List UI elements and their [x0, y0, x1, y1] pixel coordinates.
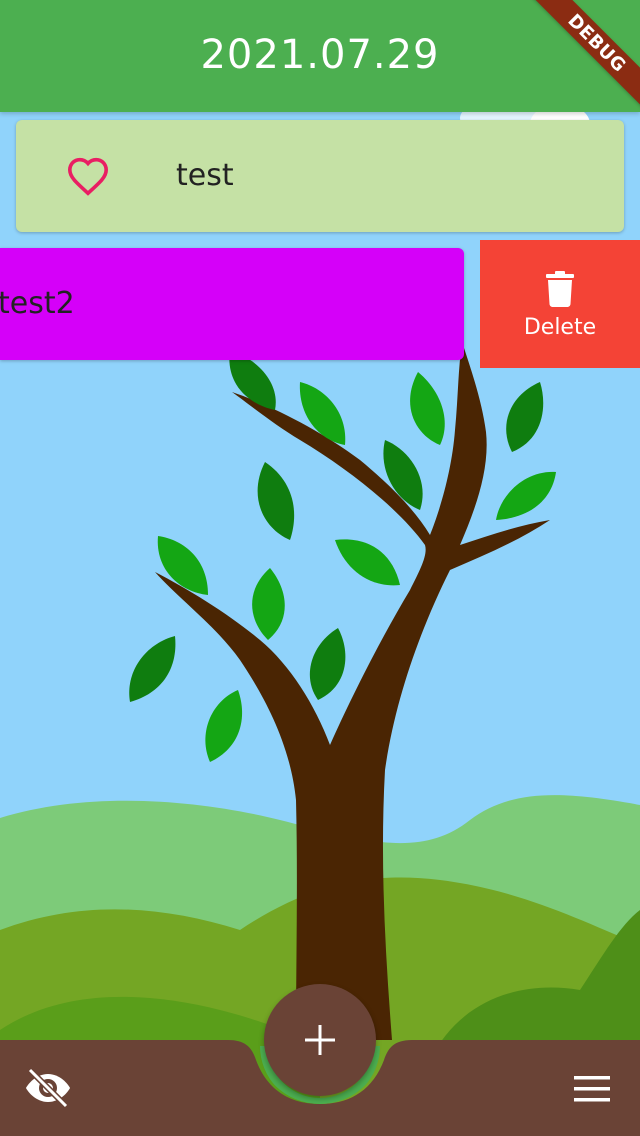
eye-off-icon[interactable] — [24, 1066, 72, 1110]
trash-icon — [546, 270, 574, 307]
list-item-label: test — [176, 158, 234, 193]
plus-icon — [305, 1025, 335, 1055]
list-item-test[interactable]: test — [16, 120, 624, 232]
app-bar-title: 2021.07.29 — [200, 32, 440, 78]
app-bar: 2021.07.29 — [0, 0, 640, 112]
menu-icon[interactable] — [572, 1074, 612, 1104]
list-item-label: test2 — [0, 286, 75, 321]
delete-button[interactable]: Delete — [480, 240, 640, 368]
delete-label: Delete — [523, 314, 597, 340]
add-button[interactable] — [264, 984, 376, 1096]
heart-outline-icon[interactable] — [66, 156, 110, 196]
list-item-test2[interactable]: test2 — [0, 248, 464, 360]
